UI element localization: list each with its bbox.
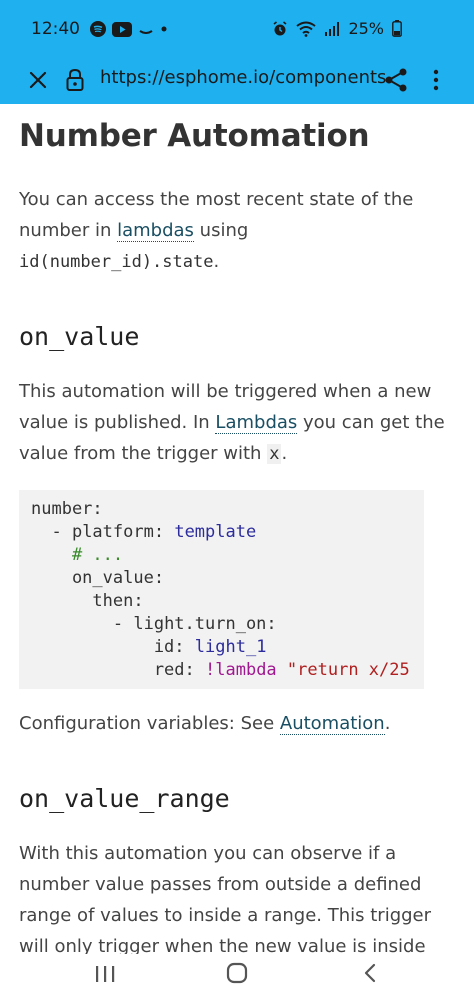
back-icon[interactable] [362,962,378,984]
code-string: "return x/25 [286,660,410,680]
inline-code-state: id(number_id).state [19,252,214,272]
browser-top-bar: 12:40 25% https://esphome.io/components [0,0,474,104]
code-punct: - [31,522,72,542]
on-value-range-paragraph: With this automation you can observe if … [19,843,432,954]
code-key: on_value [31,568,154,588]
config-end: . [384,713,391,734]
code-key: then [31,591,134,611]
code-tag: !lambda [205,660,277,680]
url-field[interactable]: https://esphome.io/components [100,67,386,88]
intro-end: . [213,251,220,272]
inline-code-x: x [267,444,282,464]
page-content: Number Automation You can access the mos… [0,104,474,954]
code-key: light.turn_on [133,614,267,634]
code-key: number [31,499,93,519]
config-text: Configuration variables: See [19,713,280,734]
intro-paragraph: You can access the most recent state of … [19,184,459,278]
navigation-bar [0,954,474,1000]
automation-link[interactable]: Automation [279,713,385,735]
section-heading-on-value-range: on_value_range [19,784,230,813]
alarm-icon [273,20,287,35]
cloud-icon [139,30,153,34]
page-title: Number Automation [19,118,370,154]
more-vert-icon[interactable] [424,66,448,94]
on-value-end: . [281,443,288,464]
code-value: template [174,522,257,542]
close-button[interactable] [24,66,52,94]
code-punct: : [174,637,195,657]
youtube-icon [112,21,132,37]
status-right: 25% [272,19,402,38]
code-punct: : [184,660,206,680]
config-paragraph: Configuration variables: See Automation. [19,708,459,739]
code-punct: : [266,614,277,634]
share-icon[interactable] [383,66,409,94]
code-punct: : [153,522,175,542]
code-block[interactable]: number: - platform: template # ... on_va… [19,490,424,689]
recents-icon[interactable] [94,964,116,984]
lock-icon[interactable] [64,67,86,93]
spotify-icon [90,21,106,37]
status-bar: 12:40 25% [0,0,474,56]
code-punct: : [92,499,103,519]
code-key: id [31,637,175,657]
home-icon[interactable] [226,962,248,984]
lambdas-link-2[interactable]: Lambdas [215,412,298,434]
battery-percent: 25% [348,19,384,38]
status-time: 12:40 [31,19,80,39]
status-left: 12:40 [31,19,168,39]
code-content: number: - platform: template # ... on_va… [31,498,410,682]
code-value: light_1 [194,637,267,657]
code-key: platform [71,522,154,542]
wifi-icon [296,21,317,37]
section-heading-on-value: on_value [19,322,140,351]
dot-icon [161,26,167,32]
code-punct: - [31,614,134,634]
code-comment: # ... [31,545,124,565]
intro-text-2: using [193,220,249,241]
code-key: red [31,660,185,680]
code-punct: : [133,591,144,611]
lambdas-link[interactable]: lambdas [117,220,194,242]
battery-icon [392,20,402,37]
code-punct: : [153,568,165,588]
on-value-paragraph: This automation will be triggered when a… [19,376,459,470]
signal-icon [325,21,340,36]
url-bar: https://esphome.io/components [0,56,474,104]
close-icon [29,71,47,89]
